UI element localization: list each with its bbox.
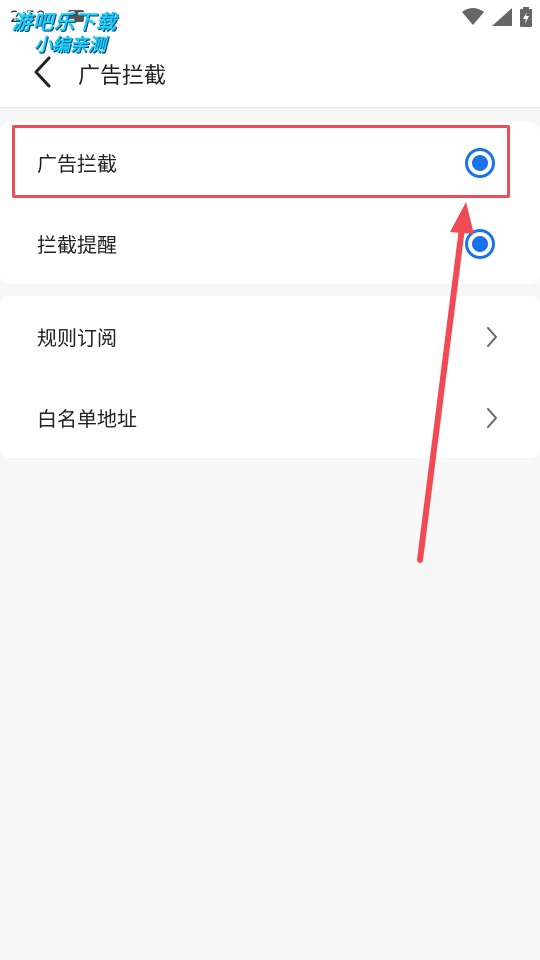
chevron-right-icon: [484, 406, 500, 430]
status-icons: [462, 7, 532, 27]
rule-subscription-label: 规则订阅: [37, 326, 117, 350]
ad-block-row[interactable]: 广告拦截: [0, 122, 540, 203]
chevron-right-icon: [484, 325, 500, 349]
radio-selected-dot: [472, 154, 488, 171]
wifi-icon: [462, 8, 484, 25]
settings-page: 2:59 游吧乐下载 小编亲测 广告拦截 广告拦截 拦截提醒 规则订阅 白名单地…: [0, 0, 540, 960]
block-reminder-row[interactable]: 拦截提醒: [0, 203, 540, 284]
watermark-line2: 小编亲测: [34, 35, 106, 56]
page-title: 广告拦截: [78, 64, 167, 89]
signal-icon: [492, 8, 512, 26]
ad-block-radio[interactable]: [465, 147, 495, 178]
radio-selected-dot: [472, 235, 488, 252]
settings-group-2: 规则订阅 白名单地址: [0, 296, 540, 458]
block-reminder-radio[interactable]: [465, 228, 495, 259]
block-reminder-label: 拦截提醒: [37, 233, 117, 257]
watermark-line1: 游吧乐下载: [12, 10, 117, 34]
rule-subscription-row[interactable]: 规则订阅: [0, 296, 540, 377]
battery-charging-icon: [520, 7, 532, 27]
watermark-logo: 游吧乐下载 小编亲测: [12, 10, 152, 62]
whitelist-row[interactable]: 白名单地址: [0, 377, 540, 458]
ad-block-label: 广告拦截: [37, 152, 117, 176]
settings-group-1: 广告拦截 拦截提醒: [0, 122, 540, 284]
whitelist-label: 白名单地址: [37, 407, 137, 431]
